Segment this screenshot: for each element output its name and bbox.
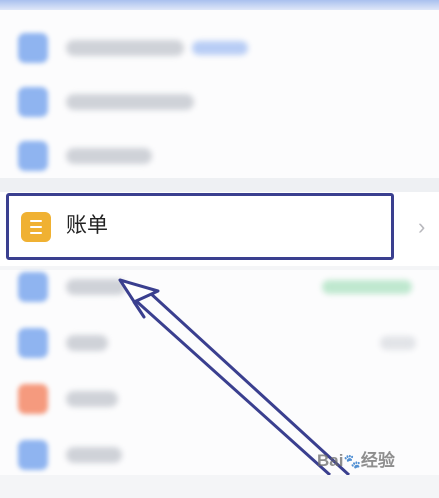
list-item[interactable] (0, 382, 439, 442)
blurred-text (66, 391, 118, 407)
list-item[interactable] (0, 72, 439, 132)
top-bar (0, 0, 439, 10)
blurred-list-lower (0, 270, 439, 475)
blurred-text (66, 335, 108, 351)
blurred-app-icon (18, 384, 48, 414)
blurred-tag (380, 336, 416, 350)
blurred-tag (192, 41, 248, 55)
section-divider (0, 178, 439, 192)
annotation-highlight-frame (6, 193, 394, 260)
blurred-text (66, 447, 122, 463)
list-item[interactable] (0, 18, 439, 78)
blurred-text (66, 94, 194, 110)
blurred-text (66, 148, 152, 164)
watermark-suffix: 经验 (360, 451, 395, 470)
chevron-right-icon: › (418, 214, 426, 239)
blurred-app-icon (18, 440, 48, 470)
blurred-app-icon (18, 33, 48, 63)
watermark-brand: Bai (317, 451, 344, 470)
blurred-text (66, 279, 126, 295)
blurred-app-icon (18, 87, 48, 117)
list-item[interactable] (0, 326, 439, 386)
paw-icon: 🐾 (343, 453, 361, 469)
blurred-app-icon (18, 272, 48, 302)
list-item[interactable] (0, 270, 439, 330)
blurred-list-upper (0, 10, 439, 178)
baidu-jingyan-watermark: Bai🐾经验 (317, 446, 395, 471)
blurred-tag (322, 280, 412, 294)
blurred-app-icon (18, 141, 48, 171)
blurred-text (66, 40, 184, 56)
blurred-app-icon (18, 328, 48, 358)
list-item[interactable] (0, 126, 439, 186)
